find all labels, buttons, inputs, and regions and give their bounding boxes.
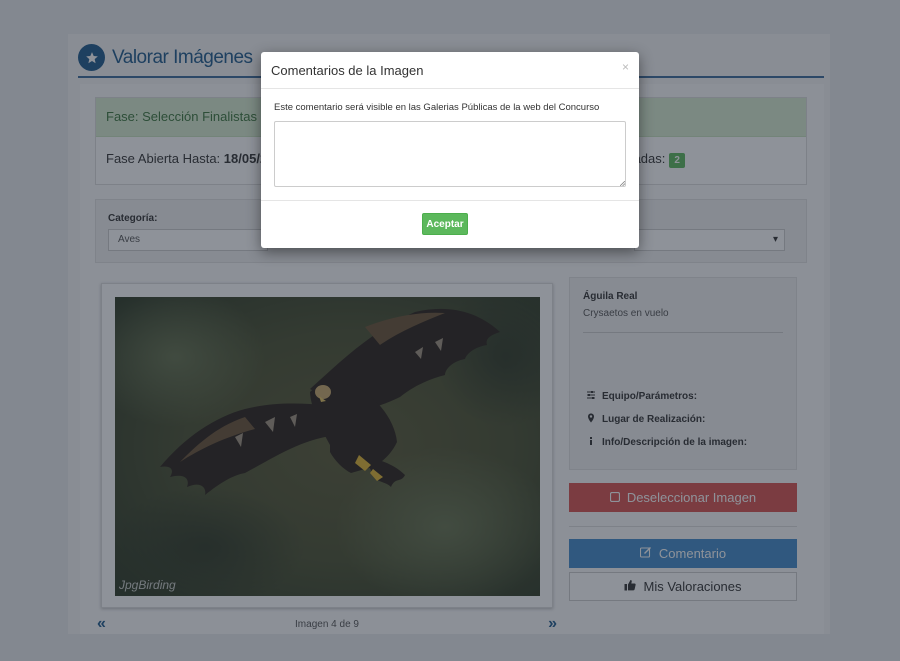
modal-title: Comentarios de la Imagen: [271, 63, 424, 78]
modal-body: Este comentario será visible en las Gale…: [261, 89, 639, 200]
resize-grip-icon[interactable]: [620, 181, 625, 186]
modal-header: Comentarios de la Imagen ×: [261, 52, 639, 89]
comment-modal: Comentarios de la Imagen × Este comentar…: [261, 52, 639, 248]
comment-hint: Este comentario será visible en las Gale…: [274, 102, 600, 113]
accept-button[interactable]: Aceptar: [422, 213, 468, 235]
close-icon[interactable]: ×: [622, 60, 629, 74]
comment-textarea[interactable]: [274, 121, 626, 187]
modal-footer: Aceptar: [261, 200, 639, 248]
